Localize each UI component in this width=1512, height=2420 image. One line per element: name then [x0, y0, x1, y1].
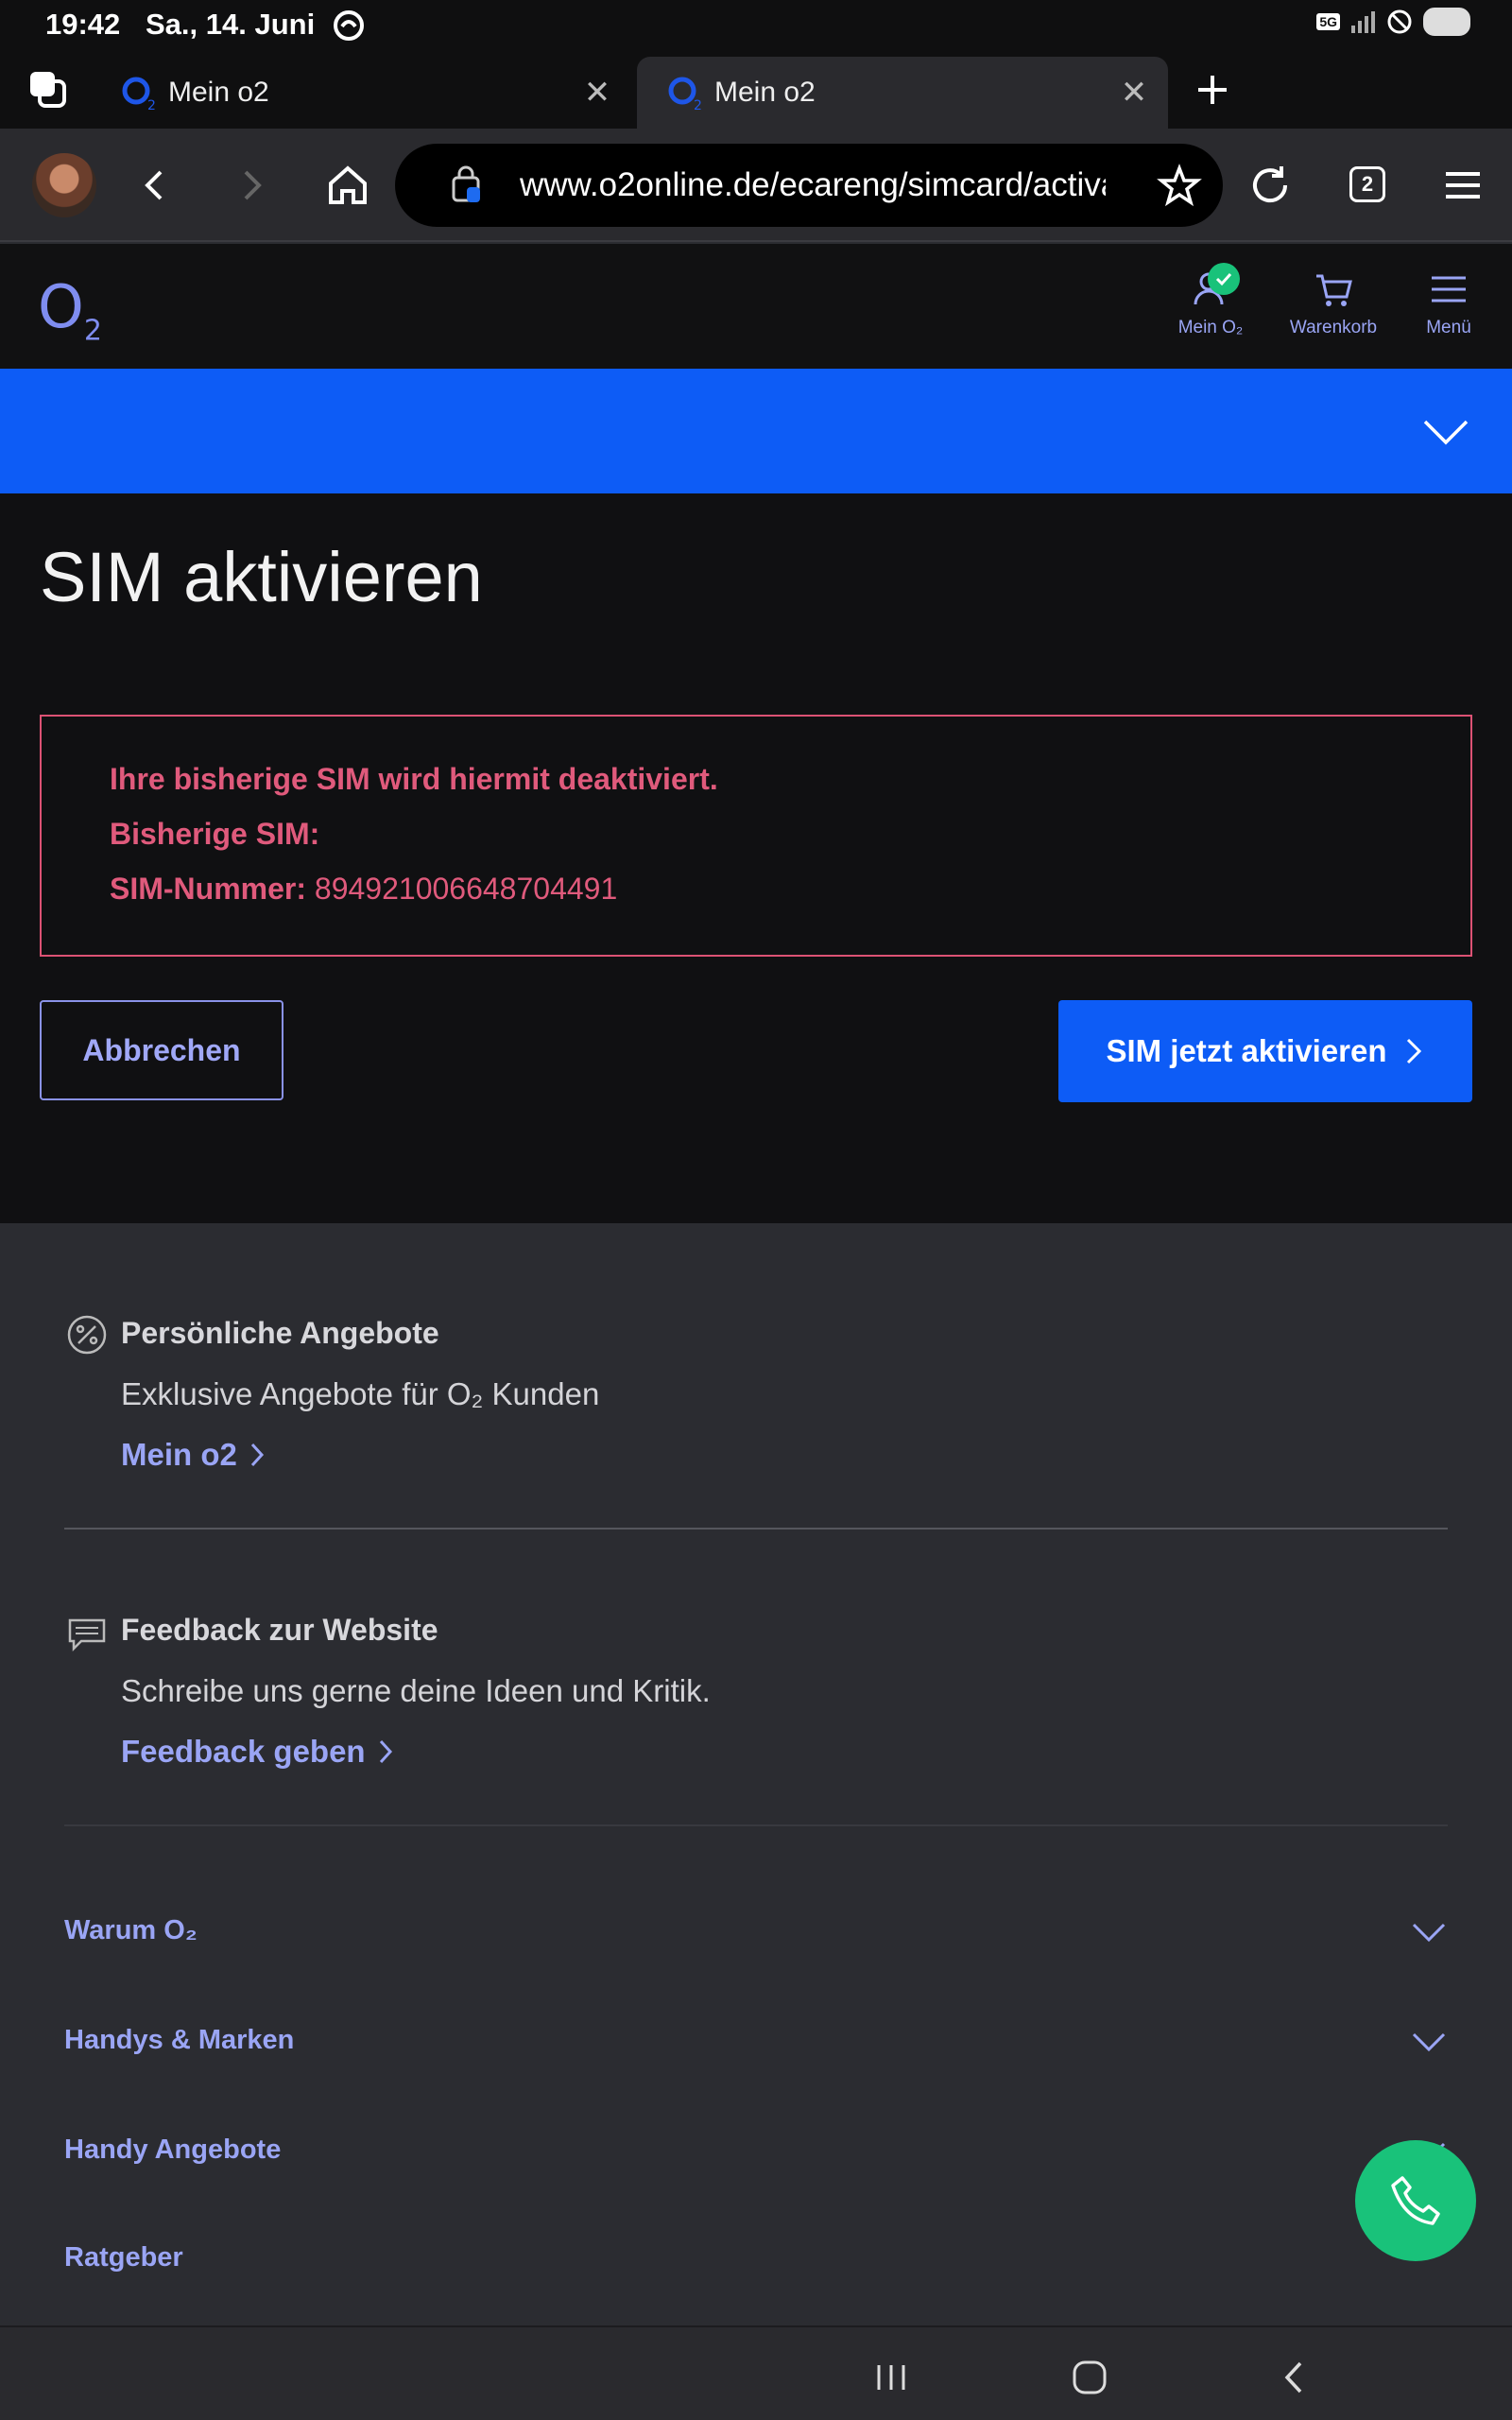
accordion-handys-marken[interactable]: Handys & Marken [64, 2015, 1448, 2072]
svg-text:2: 2 [694, 98, 702, 113]
accordion-label: Handys & Marken [64, 2025, 295, 2055]
cancel-button[interactable]: Abbrechen [40, 1000, 284, 1100]
svg-text:2: 2 [147, 98, 156, 113]
address-bar[interactable]: www.o2online.de/ecareng/simcard/activa [395, 144, 1223, 227]
divider [64, 1824, 1448, 1826]
o2-favicon-icon: 2 [122, 77, 156, 113]
system-nav-bar [0, 2325, 1512, 2420]
header-mein-o2[interactable]: Mein O₂ [1168, 263, 1253, 338]
browser-tab-1[interactable]: 2 Mein o2 ✕ [91, 57, 631, 129]
cart-icon [1316, 274, 1352, 306]
home-icon[interactable] [321, 159, 374, 212]
page-title: SIM aktivieren [40, 538, 483, 616]
collapsed-banner[interactable] [0, 369, 1512, 493]
tab-title: Mein o2 [714, 77, 816, 108]
header-menu[interactable]: Menü [1418, 267, 1480, 338]
close-tab-icon[interactable]: ✕ [1115, 74, 1153, 112]
divider [64, 1528, 1448, 1530]
accordion-ratgeber[interactable]: Ratgeber [64, 2233, 1448, 2290]
status-bar: 19:42 Sa., 14. Juni 5G [0, 0, 1512, 51]
status-time: 19:42 [45, 8, 121, 41]
o2-favicon-icon: 2 [668, 77, 702, 113]
sim-number-value: 894921006648704491 [314, 872, 618, 906]
tab-overview-icon[interactable] [26, 68, 70, 112]
back-icon[interactable] [129, 159, 181, 212]
feedback-text: Schreibe uns gerne deine Ideen und Kriti… [121, 1673, 711, 1708]
status-date: Sa., 14. Juni [146, 8, 316, 41]
url-text: www.o2online.de/ecareng/simcard/activa [520, 166, 1106, 203]
phone-icon [1391, 2176, 1440, 2225]
browser-tab-2[interactable]: 2 Mein o2 ✕ [637, 57, 1168, 129]
percent-icon [67, 1315, 107, 1355]
previous-sim-label: Bisherige SIM: [110, 817, 320, 851]
network-badge: 5G [1316, 13, 1340, 30]
system-back-icon[interactable] [1270, 2354, 1317, 2401]
chevron-down-icon[interactable] [1421, 406, 1470, 456]
main-content: SIM aktivieren Ihre bisherige SIM wird h… [0, 493, 1512, 1223]
verified-check-icon [1208, 263, 1240, 295]
chevron-down-icon [1412, 1923, 1446, 1943]
chat-bubble-icon [68, 1618, 106, 1652]
bookmark-star-icon[interactable] [1157, 163, 1202, 208]
offers-title: Persönliche Angebote [121, 1316, 439, 1350]
deactivation-warning: Ihre bisherige SIM wird hiermit deaktivi… [40, 715, 1472, 957]
signal-icon [1351, 11, 1375, 33]
battery-icon [1423, 8, 1470, 36]
home-button-icon[interactable] [1066, 2354, 1113, 2401]
chevron-right-icon [379, 1739, 392, 1764]
o2-logo[interactable]: O2 [38, 272, 102, 347]
edge-icon [334, 10, 364, 41]
browser-tab-strip: 2 Mein o2 ✕ 2 Mein o2 ✕ [0, 51, 1512, 129]
browser-menu-icon[interactable] [1436, 159, 1489, 212]
reload-icon[interactable] [1244, 159, 1297, 212]
feedback-link-label: Feedback geben [121, 1734, 366, 1769]
accordion-label: Ratgeber [64, 2242, 183, 2273]
accordion-label: Handy Angebote [64, 2135, 282, 2165]
accordion-warum-o2[interactable]: Warum O₂ [64, 1906, 1448, 1962]
tab-title: Mein o2 [168, 77, 269, 108]
tab-count-button[interactable]: 2 [1349, 166, 1385, 202]
recent-apps-icon[interactable] [868, 2354, 915, 2401]
header-mein-o2-label: Mein O₂ [1177, 318, 1244, 337]
footer: Persönliche Angebote Exklusive Angebote … [0, 1223, 1512, 2325]
chevron-down-icon [1412, 2032, 1446, 2052]
forward-icon[interactable] [225, 159, 278, 212]
activate-sim-label: SIM jetzt aktivieren [1106, 1033, 1387, 1068]
accordion-handy-angebote[interactable]: Handy Angebote [64, 2125, 1448, 2182]
feedback-link[interactable]: Feedback geben [121, 1734, 394, 1770]
do-not-disturb-icon [1387, 9, 1412, 34]
activate-sim-button[interactable]: SIM jetzt aktivieren [1058, 1000, 1472, 1102]
close-tab-icon[interactable]: ✕ [578, 74, 616, 112]
header-cart[interactable]: Warenkorb [1285, 267, 1382, 338]
mein-o2-link[interactable]: Mein o2 [121, 1437, 266, 1473]
offers-text: Exklusive Angebote für O₂ Kunden [121, 1376, 600, 1411]
profile-avatar[interactable] [32, 153, 96, 217]
new-tab-icon[interactable] [1191, 68, 1234, 112]
header-cart-label: Warenkorb [1289, 318, 1378, 337]
hamburger-icon [1432, 276, 1466, 302]
accordion-label: Warum O₂ [64, 1915, 198, 1945]
warning-headline: Ihre bisherige SIM wird hiermit deaktivi… [110, 762, 718, 796]
browser-toolbar: www.o2online.de/ecareng/simcard/activa 2 [0, 129, 1512, 242]
feedback-title: Feedback zur Website [121, 1613, 438, 1647]
site-info-icon[interactable] [446, 164, 488, 206]
call-button[interactable] [1355, 2140, 1476, 2261]
chevron-right-icon [250, 1443, 264, 1467]
header-menu-label: Menü [1426, 318, 1471, 337]
status-icons: 5G [1316, 8, 1470, 36]
mein-o2-link-label: Mein o2 [121, 1437, 237, 1472]
site-header: O2 Mein O₂ Warenkorb Menü [0, 244, 1512, 369]
sim-number-label: SIM-Nummer: [110, 872, 307, 906]
chevron-right-icon [1406, 1038, 1421, 1064]
